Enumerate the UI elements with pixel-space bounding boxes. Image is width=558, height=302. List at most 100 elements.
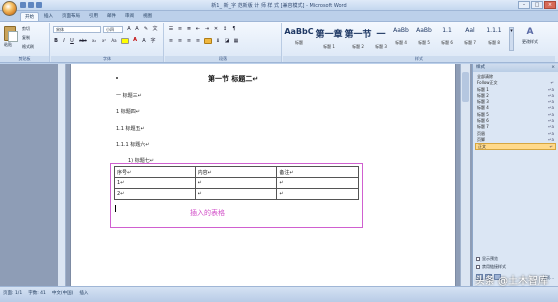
table-cell[interactable]: 2↵: [114, 188, 196, 200]
style-heading-5[interactable]: AaBb 标题 5: [413, 27, 435, 54]
style-heading-2-preview: 第一节: [344, 30, 372, 40]
style-heading-8[interactable]: 1.1.1 标题 8: [482, 27, 506, 54]
align-right-icon[interactable]: ≡: [186, 38, 192, 44]
doc-line-heading6[interactable]: 1.1.1 标题六↵: [116, 141, 150, 148]
font-color-button[interactable]: A: [132, 37, 138, 43]
window-title: 新1_ 新_字 范新版 计 师 样 式 [兼容模式] - Microsoft W…: [211, 3, 347, 9]
sort-icon[interactable]: ↕: [222, 26, 228, 32]
status-words[interactable]: 字数: 41: [28, 290, 46, 296]
align-center-icon[interactable]: ≡: [177, 38, 183, 44]
cut-button[interactable]: 剪切: [22, 26, 30, 32]
superscript-button[interactable]: x²: [100, 38, 108, 44]
disable-linked-label: 禁用链接样式: [482, 264, 506, 269]
styles-list-item-selected[interactable]: 正文 ↵: [475, 143, 556, 150]
table-cell[interactable]: 备注↵: [276, 166, 359, 178]
maximize-button[interactable]: □: [531, 1, 543, 9]
table-cell[interactable]: ↵: [194, 188, 278, 200]
styles-scroll-icon[interactable]: ▾: [509, 27, 514, 51]
style-item-label: 正文: [478, 144, 486, 150]
shading-icon[interactable]: ◪: [224, 38, 230, 44]
underline-button[interactable]: U: [69, 38, 75, 44]
table-cell[interactable]: ↵: [276, 188, 359, 200]
decrease-indent-icon[interactable]: ⇤: [195, 26, 201, 32]
style-heading-4[interactable]: AaBb 标题 4: [390, 27, 412, 54]
numbering-icon[interactable]: ≡: [177, 26, 183, 32]
style-heading-7-name: 标题 7: [464, 40, 476, 45]
style-heading-7[interactable]: Aal 标题 7: [459, 27, 481, 54]
highlight-color-icon[interactable]: [121, 38, 129, 44]
enclose-characters-icon[interactable]: 字: [150, 38, 156, 44]
tab-review[interactable]: 审阅: [121, 12, 138, 21]
styles-group-label: 样式: [283, 56, 555, 62]
table-cell[interactable]: ↵: [276, 177, 359, 189]
borders-icon[interactable]: ▦: [233, 38, 239, 44]
line-spacing-icon[interactable]: ↨: [215, 38, 221, 44]
styles-pane-close-icon[interactable]: ×: [551, 64, 555, 72]
tab-page-layout[interactable]: 页面布局: [58, 12, 84, 21]
title-bar: 新1_ 新_字 范新版 计 师 样 式 [兼容模式] - Microsoft W…: [0, 0, 558, 11]
format-painter-button[interactable]: 格式刷: [22, 44, 34, 50]
font-group-label: 字体: [51, 56, 163, 62]
office-button[interactable]: [2, 1, 17, 16]
tab-references[interactable]: 引用: [85, 12, 102, 21]
table-cell[interactable]: ↵: [194, 177, 278, 189]
justify-icon[interactable]: ≡: [195, 38, 201, 44]
change-styles-button[interactable]: A 更改样式: [519, 27, 541, 45]
table-cell[interactable]: 1↵: [114, 177, 196, 189]
copy-button[interactable]: 复制: [22, 35, 30, 41]
status-page[interactable]: 页面: 1/1: [3, 290, 22, 296]
paste-icon[interactable]: [4, 26, 18, 42]
chinese-layout-icon[interactable]: ✕: [213, 26, 219, 32]
increase-indent-icon[interactable]: ⇥: [204, 26, 210, 32]
checkbox-box: [476, 265, 480, 269]
grow-font-icon[interactable]: A: [126, 26, 132, 32]
style-item-label: 页脚: [477, 136, 485, 142]
tab-home[interactable]: 开始: [20, 12, 39, 21]
scrollbar-thumb[interactable]: [462, 72, 469, 102]
document-heading[interactable]: 第一节 标题二↵: [208, 74, 258, 84]
italic-button[interactable]: I: [61, 38, 67, 44]
multilevel-list-icon[interactable]: ≣: [186, 26, 192, 32]
style-item-mark: ↵a: [548, 105, 554, 111]
minimize-button[interactable]: –: [518, 1, 530, 9]
distributed-align-icon[interactable]: [204, 38, 212, 44]
tab-insert[interactable]: 插入: [40, 12, 57, 21]
bullets-icon[interactable]: ☰: [168, 26, 174, 32]
style-heading-1[interactable]: 第一章 标题 1: [315, 27, 343, 54]
paragraph-group: ☰ ≡ ≣ ⇤ ⇥ ✕ ↕ ¶ ≡ ≡ ≡ ≡ ↨ ◪ ▦ 段落: [165, 23, 282, 62]
font-size-select[interactable]: 小四: [103, 26, 123, 33]
table-cell[interactable]: 内容↵: [194, 166, 278, 178]
clear-format-icon[interactable]: ✎: [143, 26, 149, 32]
tab-view[interactable]: 视图: [139, 12, 156, 21]
table-cell[interactable]: 序号↵: [114, 166, 196, 178]
show-marks-icon[interactable]: ¶: [231, 26, 237, 32]
style-heading-6[interactable]: 1.1 标题 6: [436, 27, 458, 54]
style-heading-3[interactable]: 一 标题 3: [373, 27, 389, 54]
bold-button[interactable]: B: [53, 38, 59, 44]
table-row: 1↵ ↵ ↵: [114, 177, 359, 189]
styles-pane-title: 样式: [476, 65, 485, 70]
status-language[interactable]: 中文(中国): [52, 290, 74, 296]
shrink-font-icon[interactable]: A: [134, 26, 140, 32]
doc-line-heading4[interactable]: 1 标题四↵: [116, 108, 140, 115]
phonetic-icon[interactable]: 文: [152, 26, 158, 32]
style-heading-2[interactable]: 第一节 标题 2: [344, 27, 372, 54]
style-heading-7-preview: Aal: [465, 27, 475, 34]
disable-linked-checkbox[interactable]: 禁用链接样式: [476, 264, 506, 270]
align-left-icon[interactable]: ≡: [168, 38, 174, 44]
doc-line-heading3[interactable]: 一 标题三↵: [116, 92, 142, 99]
close-button[interactable]: ×: [544, 1, 556, 9]
font-name-select[interactable]: 宋体: [53, 26, 101, 33]
subscript-button[interactable]: x₂: [90, 38, 98, 44]
doc-line-heading5[interactable]: 1.1 标题五↵: [116, 125, 145, 132]
text-cursor: [115, 205, 116, 212]
character-shading-icon[interactable]: A: [141, 38, 147, 44]
change-case-button[interactable]: Aa: [110, 38, 118, 44]
document-table[interactable]: 序号↵ 内容↵ 备注↵ 1↵ ↵ ↵ 2↵ ↵ ↵: [114, 166, 359, 200]
style-title[interactable]: AaBbC 标题: [284, 27, 314, 54]
tab-mailings[interactable]: 邮件: [103, 12, 120, 21]
vertical-scrollbar[interactable]: [460, 64, 470, 286]
status-mode[interactable]: 插入: [79, 290, 88, 296]
strikethrough-button[interactable]: abe: [78, 38, 88, 44]
show-preview-checkbox[interactable]: 显示预览: [476, 256, 498, 262]
